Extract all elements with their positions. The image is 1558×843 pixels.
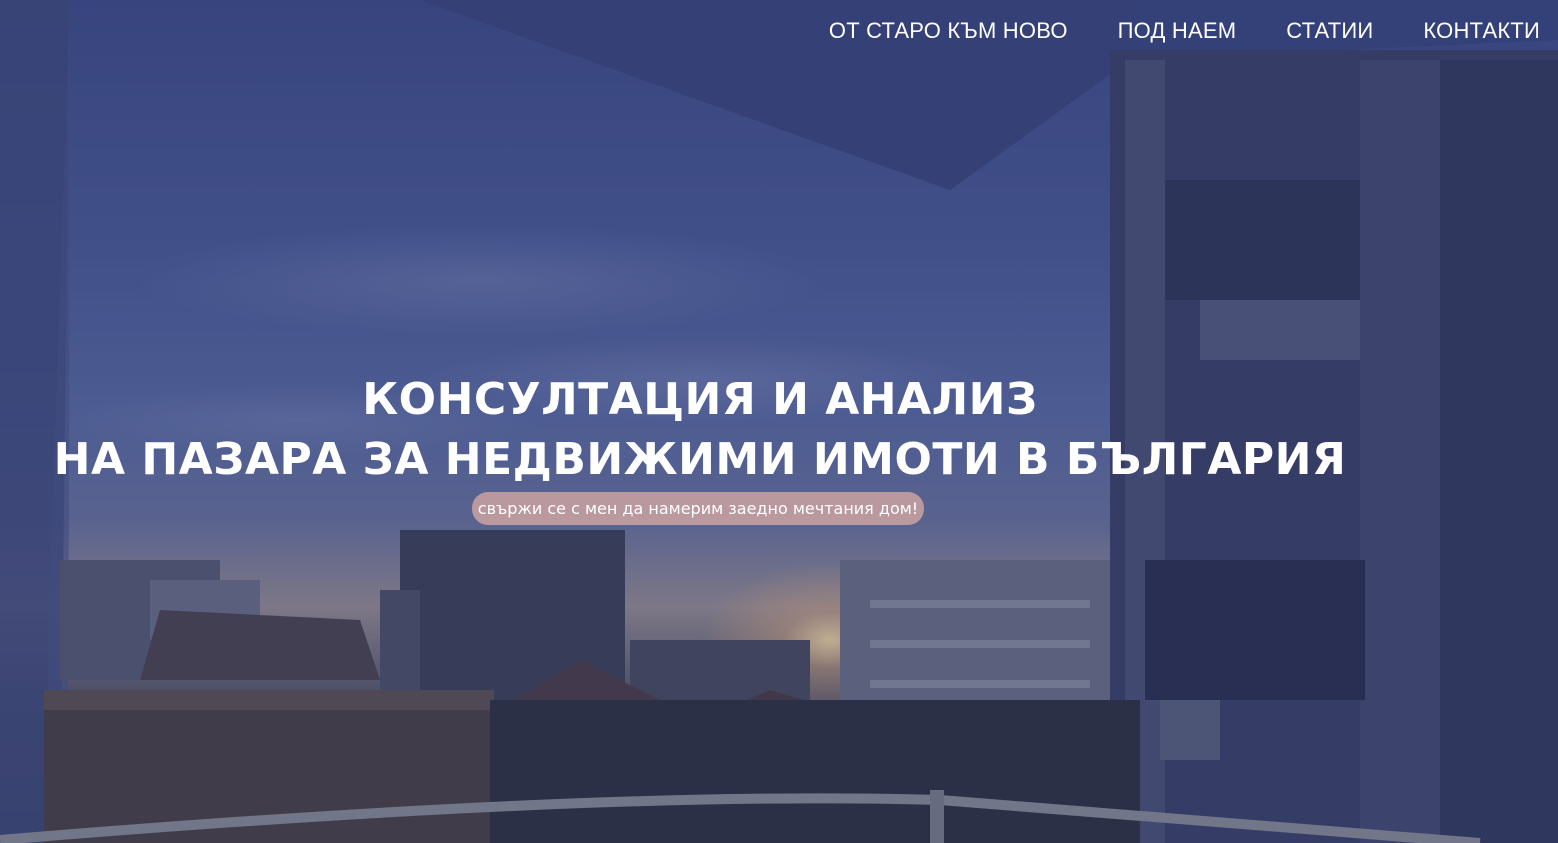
cta-container: свържи се с мен да намерим заедно мечтан… [0,492,1396,525]
nav-item-old-to-new[interactable]: ОТ СТАРО КЪМ НОВО [829,18,1068,44]
main-nav: ОТ СТАРО КЪМ НОВО ПОД НАЕМ СТАТИИ КОНТАК… [829,18,1540,44]
hero-headline: КОНСУЛТАЦИЯ И АНАЛИЗ НА ПАЗАРА ЗА НЕДВИЖ… [0,370,1400,490]
headline-line-2: НА ПАЗАРА ЗА НЕДВИЖИМИ ИМОТИ В БЪЛГАРИЯ [53,434,1347,485]
nav-item-articles[interactable]: СТАТИИ [1286,18,1373,44]
contact-cta-button[interactable]: свържи се с мен да намерим заедно мечтан… [471,492,925,525]
nav-item-rent[interactable]: ПОД НАЕМ [1118,18,1237,44]
headline-line-1: КОНСУЛТАЦИЯ И АНАЛИЗ [362,374,1038,425]
nav-item-contacts[interactable]: КОНТАКТИ [1423,18,1540,44]
hero-section: ОТ СТАРО КЪМ НОВО ПОД НАЕМ СТАТИИ КОНТАК… [0,0,1558,843]
